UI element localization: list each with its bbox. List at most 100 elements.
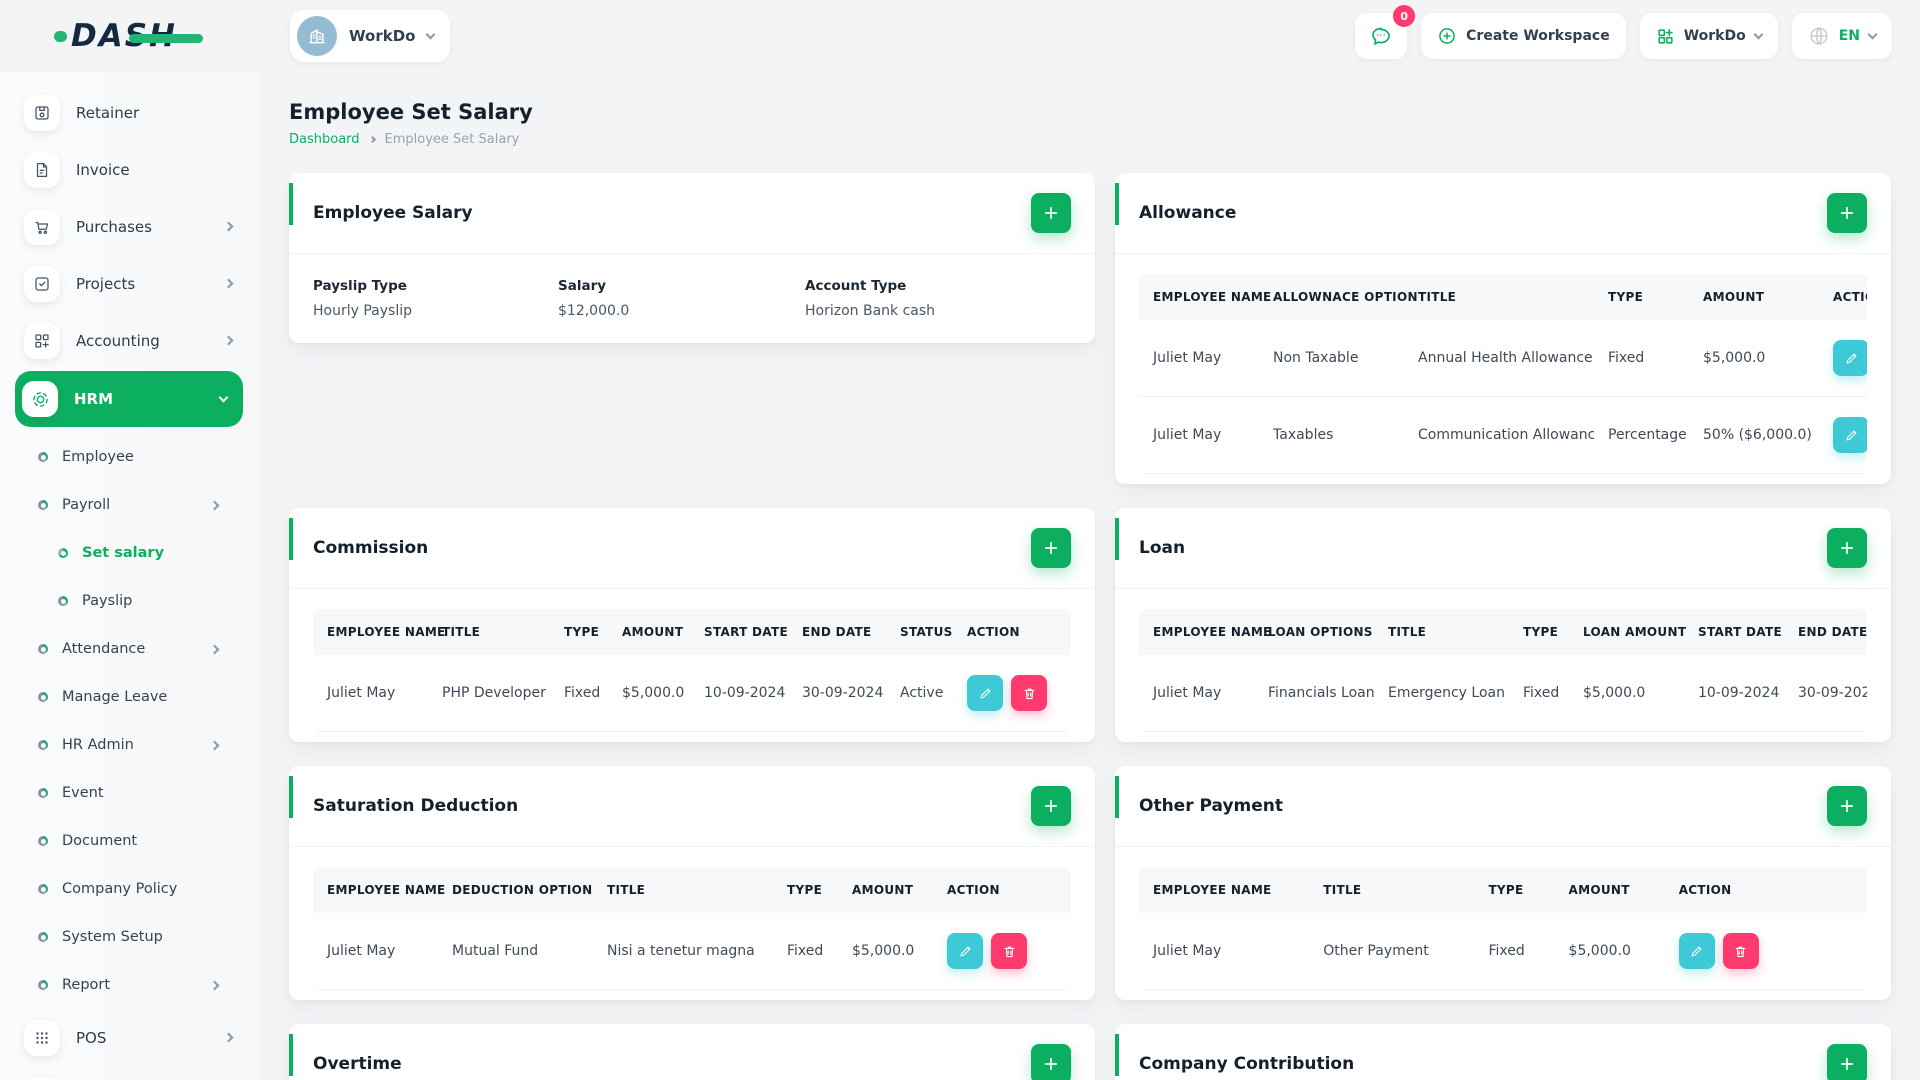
logo-dash-icon bbox=[129, 34, 203, 43]
edit-button[interactable] bbox=[967, 675, 1003, 711]
sidebar-item-projects[interactable]: Projects bbox=[24, 255, 236, 312]
plus-icon bbox=[1044, 206, 1058, 220]
sidebar-item-purchases[interactable]: Purchases bbox=[24, 198, 236, 255]
sidebar-item-invoice[interactable]: Invoice bbox=[24, 141, 236, 198]
card-title: Loan bbox=[1139, 538, 1186, 558]
topbar: DASH WorkDo 0 Create Workspace WorkDo EN bbox=[0, 0, 1920, 72]
employee-salary-card: Employee Salary Payslip Type Hourly Pays… bbox=[289, 173, 1095, 343]
sidebar-item-system-setup[interactable]: System Setup bbox=[24, 913, 229, 961]
breadcrumb-dashboard-link[interactable]: Dashboard bbox=[289, 132, 360, 147]
saturation-deduction-add-button[interactable] bbox=[1031, 786, 1071, 826]
table-cell: 10-09-2024 bbox=[690, 655, 788, 732]
table-cell: Juliet May bbox=[1139, 655, 1254, 732]
bullet-icon bbox=[38, 644, 48, 654]
sidebar-item-employee[interactable]: Employee bbox=[24, 433, 229, 481]
floppy-icon bbox=[24, 94, 60, 131]
sidebar-item-document[interactable]: Document bbox=[24, 817, 229, 865]
sidebar-item-label: Document bbox=[62, 833, 138, 849]
card-header: Commission bbox=[289, 508, 1095, 589]
column-header: Loan Amount bbox=[1569, 609, 1686, 655]
edit-button[interactable] bbox=[1833, 417, 1867, 453]
delete-button[interactable] bbox=[991, 933, 1027, 969]
column-header: Title bbox=[1309, 867, 1475, 913]
table-cell: Fixed bbox=[550, 655, 608, 732]
table-header-row: Employee Name Deduction Option Title Typ… bbox=[313, 867, 1071, 913]
table-cell: 50% ($6,000.0) bbox=[1689, 396, 1819, 474]
sidebar-item-manage-leave[interactable]: Manage Leave bbox=[24, 673, 229, 721]
column-header: Employee Name bbox=[1139, 274, 1271, 320]
sidebar-item-label: Set salary bbox=[82, 545, 165, 561]
logo-dot-icon bbox=[54, 30, 67, 42]
sidebar-item-label: POS bbox=[76, 1028, 107, 1047]
globe-icon bbox=[1810, 27, 1828, 45]
workspace-avatar bbox=[297, 16, 337, 56]
column-header: Start Date bbox=[1684, 609, 1784, 655]
bullet-icon bbox=[38, 932, 48, 942]
company-contribution-add-button[interactable] bbox=[1827, 1044, 1867, 1080]
table-cell: Mutual Fund bbox=[438, 913, 593, 990]
overtime-card: Overtime bbox=[289, 1024, 1095, 1080]
brand-logo[interactable]: DASH bbox=[54, 18, 203, 54]
field-label: Account Type bbox=[805, 278, 907, 294]
sidebar-item-retainer[interactable]: Retainer bbox=[24, 84, 236, 141]
column-header: Type bbox=[773, 867, 838, 913]
bullet-icon bbox=[38, 452, 48, 462]
sidebar-item-accounting[interactable]: Accounting bbox=[24, 312, 236, 369]
sidebar-item-hr-admin[interactable]: HR Admin bbox=[24, 721, 229, 769]
card-title: Allowance bbox=[1139, 203, 1237, 223]
delete-button[interactable] bbox=[1722, 933, 1759, 969]
bullet-icon bbox=[38, 500, 48, 510]
other-payment-add-button[interactable] bbox=[1827, 786, 1867, 826]
edit-button[interactable] bbox=[1833, 340, 1867, 376]
table-cell: 30-09-2024 bbox=[1784, 655, 1867, 732]
sidebar-item-company-policy[interactable]: Company Policy bbox=[24, 865, 229, 913]
column-header: Title bbox=[1404, 274, 1594, 320]
bullet-icon bbox=[38, 740, 48, 750]
sidebar-item-attendance[interactable]: Attendance bbox=[24, 625, 229, 673]
sidebar-item-payslip[interactable]: Payslip bbox=[24, 577, 229, 625]
sidebar-item-report[interactable]: Report bbox=[24, 961, 229, 1009]
sidebar-item-event[interactable]: Event bbox=[24, 769, 229, 817]
table-cell: Fixed bbox=[1509, 655, 1569, 732]
commission-add-button[interactable] bbox=[1031, 528, 1071, 568]
create-workspace-button[interactable]: Create Workspace bbox=[1421, 13, 1626, 59]
delete-button[interactable] bbox=[1011, 675, 1047, 711]
sidebar-item-set-salary[interactable]: Set salary bbox=[24, 529, 229, 577]
sidebar-item-label: Attendance bbox=[62, 641, 146, 657]
column-header: Amount bbox=[838, 867, 933, 913]
column-header: Start Date bbox=[690, 609, 788, 655]
table-cell: Taxables bbox=[1259, 396, 1404, 474]
workspace-switcher[interactable]: WorkDo bbox=[290, 10, 451, 62]
table-cell: Nisi a tenetur magna bbox=[593, 913, 773, 990]
field-value: $12,000.0 bbox=[558, 303, 630, 319]
field-label: Payslip Type bbox=[313, 278, 407, 294]
sidebar-item-payroll[interactable]: Payroll bbox=[24, 481, 229, 529]
table-cell: $5,000.0 bbox=[608, 655, 690, 732]
saturation-deduction-table: Employee Name Deduction Option Title Typ… bbox=[313, 867, 1071, 990]
messages-button[interactable]: 0 bbox=[1355, 5, 1416, 59]
sidebar-item-hrm[interactable]: HRM bbox=[15, 371, 243, 427]
card-title: Commission bbox=[313, 538, 429, 558]
table-cell: $5,000.0 bbox=[1554, 913, 1665, 990]
edit-button[interactable] bbox=[947, 933, 983, 969]
loan-add-button[interactable] bbox=[1827, 528, 1867, 568]
edit-button[interactable] bbox=[1678, 933, 1715, 969]
card-header: Loan bbox=[1115, 508, 1891, 589]
language-code: EN bbox=[1838, 28, 1860, 44]
chevron-down-icon bbox=[218, 392, 229, 403]
sidebar-item-label: Invoice bbox=[76, 160, 130, 179]
column-header: Action bbox=[1664, 867, 1867, 913]
chevron-right-icon bbox=[223, 278, 234, 289]
column-header: Amount bbox=[608, 609, 690, 655]
sidebar-item-pos[interactable]: POS bbox=[24, 1009, 236, 1066]
workspace-switcher-label: WorkDo bbox=[349, 27, 416, 45]
allowance-add-button[interactable] bbox=[1827, 193, 1867, 233]
overtime-add-button[interactable] bbox=[1031, 1044, 1071, 1080]
sidebar-item-crm[interactable]: CRM bbox=[24, 1066, 236, 1080]
breadcrumb-current: Employee Set Salary bbox=[384, 132, 520, 147]
language-selector[interactable]: EN bbox=[1791, 13, 1892, 59]
employee-salary-add-button[interactable] bbox=[1031, 193, 1071, 233]
trash-icon bbox=[1004, 946, 1014, 957]
plus-icon bbox=[1840, 206, 1854, 220]
workspace-menu-button[interactable]: WorkDo bbox=[1639, 13, 1778, 59]
